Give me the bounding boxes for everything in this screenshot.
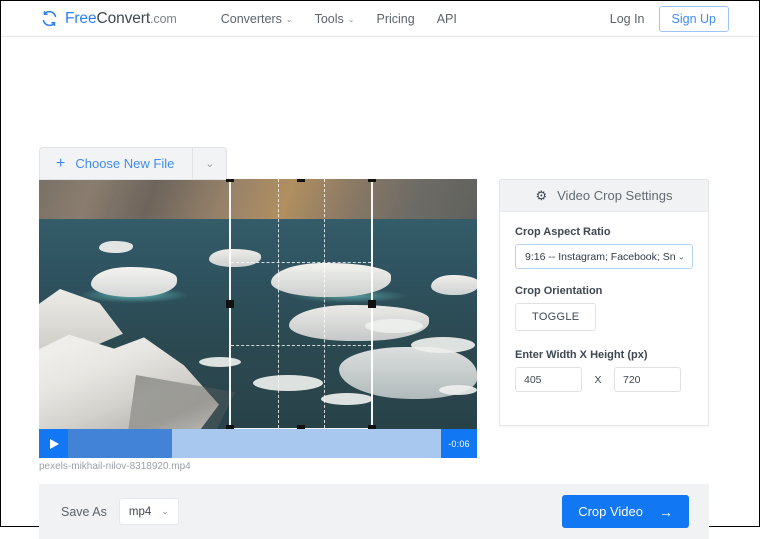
main-navigation: Converters ⌄ Tools ⌄ Pricing API <box>221 12 457 26</box>
crop-handle-middle-right[interactable] <box>368 299 376 308</box>
width-height-separator: X <box>594 373 602 386</box>
play-icon <box>50 438 59 449</box>
video-progress-bar[interactable] <box>68 429 441 458</box>
nav-label-tools: Tools <box>314 11 344 26</box>
crop-aspect-ratio-value: 9:16 -- Instagram; Facebook; Sn <box>525 250 676 263</box>
crop-handle-top-left[interactable] <box>226 179 234 182</box>
crop-handle-top-right[interactable] <box>368 179 376 182</box>
nav-item-pricing[interactable]: Pricing <box>376 12 414 26</box>
player-controls: -0:06 <box>39 429 477 458</box>
chevron-down-icon: ⌄ <box>205 158 215 170</box>
width-height-row: X <box>515 367 693 392</box>
chevron-down-icon: ⌄ <box>347 14 355 24</box>
crop-handle-middle-left[interactable] <box>226 299 234 308</box>
main-content: + Choose New File ⌄ -0:06 pexels-mikhail… <box>1 37 759 539</box>
settings-panel-header: ⚙ Video Crop Settings <box>500 180 708 212</box>
crop-video-button-label: Crop Video <box>578 504 643 519</box>
logo-text-convert: Convert <box>96 9 151 27</box>
save-as-label: Save As <box>61 504 107 519</box>
choose-new-file-group: + Choose New File ⌄ <box>39 147 228 180</box>
crop-grid-line-horizontal <box>231 261 371 263</box>
output-format-select[interactable]: mp4 ⌄ <box>118 498 179 525</box>
width-input[interactable] <box>515 367 582 392</box>
nav-item-tools[interactable]: Tools ⌄ <box>315 12 355 26</box>
logo-text: FreeConvert.com <box>65 10 177 28</box>
nav-label-converters: Converters <box>220 11 282 26</box>
crop-aspect-ratio-label: Crop Aspect Ratio <box>515 226 611 238</box>
crop-aspect-ratio-select[interactable]: 9:16 -- Instagram; Facebook; Sn ⌄ <box>515 244 693 269</box>
choose-new-file-dropdown[interactable]: ⌄ <box>192 148 226 179</box>
nav-item-converters[interactable]: Converters ⌄ <box>221 12 293 26</box>
logo-text-dotcom: .com <box>150 11 177 26</box>
login-link[interactable]: Log In <box>610 12 645 26</box>
crop-selection-box[interactable] <box>226 179 376 433</box>
crop-grid-line-horizontal <box>231 344 371 346</box>
logo-text-free: Free <box>65 9 97 27</box>
chevron-down-icon: ⌄ <box>285 14 293 24</box>
output-format-value: mp4 <box>128 505 152 518</box>
crop-handle-top-center[interactable] <box>297 179 305 182</box>
width-height-label: Enter Width X Height (px) <box>515 349 648 361</box>
crop-grid-line-vertical <box>324 179 326 428</box>
settings-panel-title: Video Crop Settings <box>557 188 673 203</box>
crop-video-button[interactable]: Crop Video → <box>562 495 689 528</box>
time-remaining-label: -0:06 <box>441 429 477 458</box>
height-input[interactable] <box>614 367 681 392</box>
gear-icon: ⚙ <box>535 188 548 203</box>
video-crop-settings-panel: ⚙ Video Crop Settings Crop Aspect Ratio … <box>499 179 709 426</box>
chevron-down-icon: ⌄ <box>677 251 685 261</box>
site-header: FreeConvert.com Converters ⌄ Tools ⌄ Pri… <box>1 1 759 37</box>
header-actions: Log In Sign Up <box>610 5 729 32</box>
nav-label-pricing: Pricing <box>376 11 415 26</box>
chevron-down-icon: ⌄ <box>161 506 169 516</box>
crop-grid-line-vertical <box>277 179 279 428</box>
crop-orientation-toggle-button[interactable]: TOGGLE <box>515 303 597 331</box>
arrow-right-icon: → <box>659 503 673 520</box>
settings-panel-body: Crop Aspect Ratio 9:16 -- Instagram; Fac… <box>500 212 708 392</box>
nav-item-api[interactable]: API <box>437 12 457 26</box>
choose-new-file-button[interactable]: + Choose New File <box>40 148 192 179</box>
video-progress-played <box>68 429 173 458</box>
site-logo[interactable]: FreeConvert.com <box>41 10 177 28</box>
save-bar: Save As mp4 ⌄ Crop Video → <box>39 484 709 539</box>
plus-icon: + <box>56 154 66 172</box>
crop-orientation-label: Crop Orientation <box>515 285 603 297</box>
signup-button[interactable]: Sign Up <box>658 5 729 32</box>
nav-label-api: API <box>436 11 457 26</box>
choose-new-file-label: Choose New File <box>75 156 175 171</box>
video-player[interactable]: -0:06 <box>39 179 477 458</box>
refresh-circle-icon <box>41 10 58 27</box>
play-button[interactable] <box>39 429 68 458</box>
video-filename: pexels-mikhail-nilov-8318920.mp4 <box>39 461 191 472</box>
